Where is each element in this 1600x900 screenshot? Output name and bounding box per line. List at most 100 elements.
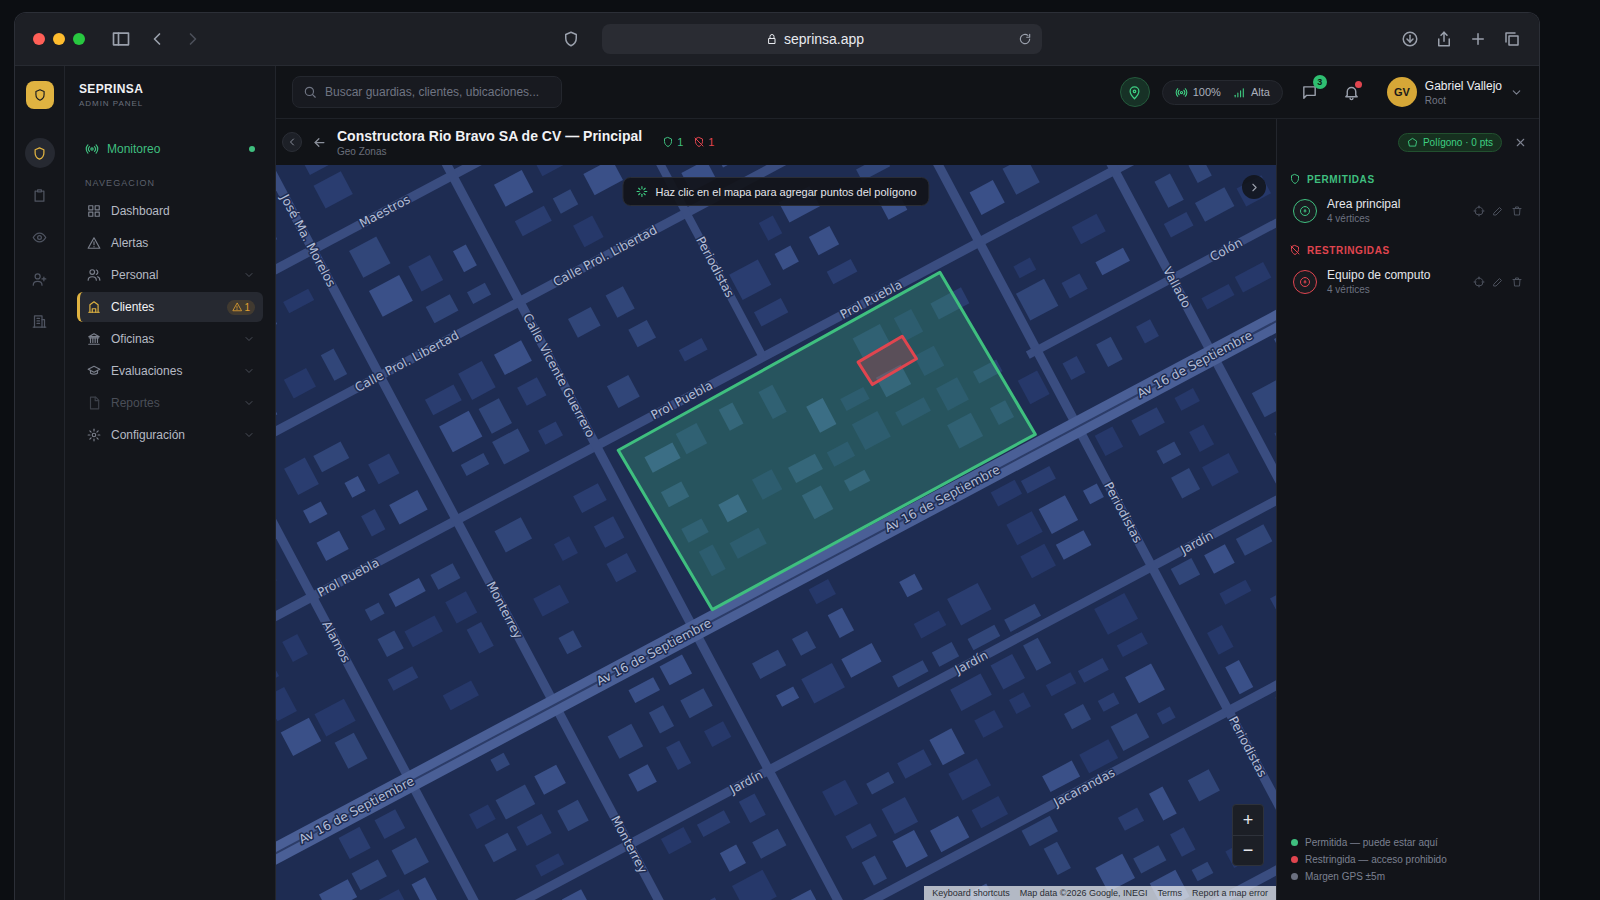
building: [321, 348, 347, 380]
search-field[interactable]: Buscar guardias, clientes, ubicaciones..…: [292, 76, 562, 108]
sidebar-item[interactable]: Evaluaciones: [77, 356, 263, 386]
map-section: Constructora Rio Bravo SA de CV — Princi…: [276, 119, 1276, 900]
rail-item[interactable]: [25, 222, 55, 252]
sidebar-item[interactable]: Clientes1: [77, 292, 263, 322]
building: [1046, 672, 1077, 696]
building: [606, 553, 636, 582]
edit-icon[interactable]: [1492, 205, 1504, 217]
street: [1028, 165, 1276, 355]
building: [739, 793, 766, 823]
trash-icon[interactable]: [1511, 276, 1523, 288]
rail-item[interactable]: [25, 180, 55, 210]
sidebar-toggle[interactable]: [111, 29, 131, 49]
building: [344, 476, 365, 498]
building: [458, 361, 496, 400]
edit-icon[interactable]: [1492, 276, 1504, 288]
building: [284, 368, 316, 398]
collapse-sidebar-button[interactable]: [282, 132, 302, 152]
building: [649, 705, 674, 733]
building: [554, 536, 578, 561]
forward-button[interactable]: [183, 29, 203, 49]
rail-item[interactable]: [25, 264, 55, 294]
close-button[interactable]: [33, 33, 45, 45]
building: [1157, 707, 1176, 725]
address-area: seprinsa.app: [219, 24, 1385, 54]
rail-item[interactable]: [25, 138, 55, 168]
map-layer: MaestrosJosé Ma. MorelosCalle Prol. Libe…: [276, 165, 1276, 900]
notifications-button[interactable]: [1337, 77, 1367, 107]
zone-badge: [1293, 199, 1317, 223]
tab-overview-button[interactable]: [1503, 30, 1521, 48]
building: [467, 622, 494, 653]
chevron-left-icon: [147, 29, 167, 49]
building: [1189, 424, 1214, 452]
allowed-count: 1: [662, 136, 683, 148]
building: [485, 833, 517, 862]
sidebar-item[interactable]: Dashboard: [77, 196, 263, 226]
messages-button[interactable]: 3: [1295, 77, 1325, 107]
zone-item[interactable]: Equipo de computo4 vértices: [1289, 260, 1527, 303]
building: [365, 602, 385, 620]
building: [375, 809, 406, 839]
street-label: Monterrey: [608, 814, 650, 876]
street-label: Jardín: [1177, 528, 1215, 557]
map[interactable]: MaestrosJosé Ma. MorelosCalle Prol. Libe…: [276, 165, 1276, 900]
zoom-in-button[interactable]: +: [1233, 805, 1263, 835]
building: [1020, 544, 1056, 578]
street: [276, 165, 1032, 900]
sidebar-item[interactable]: Configuración: [77, 420, 263, 450]
attribution-link[interactable]: Keyboard shortcuts: [932, 888, 1010, 898]
share-button[interactable]: [1435, 30, 1453, 48]
attribution-link[interactable]: Map data ©2026 Google, INEGI: [1020, 888, 1148, 898]
zone-item[interactable]: Area principal4 vértices: [1289, 189, 1527, 232]
building: [1095, 248, 1129, 276]
sidebar-item[interactable]: Personal: [77, 260, 263, 290]
attribution-link[interactable]: Terms: [1157, 888, 1182, 898]
sidebar-item[interactable]: Reportes: [77, 388, 263, 418]
street-label: Jardín: [952, 648, 990, 677]
back-button[interactable]: [147, 29, 167, 49]
new-tab-button[interactable]: [1469, 30, 1487, 48]
restricted-zone[interactable]: [857, 335, 917, 385]
building: [557, 800, 588, 831]
expand-panel-button[interactable]: [1242, 175, 1266, 199]
user-menu[interactable]: GVGabriel VallejoRoot: [1387, 77, 1523, 107]
reload-icon: [1018, 32, 1032, 46]
building: [349, 236, 390, 277]
rail-item[interactable]: [25, 306, 55, 336]
building: [606, 286, 635, 317]
minimize-button[interactable]: [53, 33, 65, 45]
map-canvas[interactable]: MaestrosJosé Ma. MorelosCalle Prol. Libe…: [276, 165, 1276, 900]
brand: SEPRINSAADMIN PANEL: [65, 66, 275, 124]
privacy-button[interactable]: [562, 30, 580, 48]
attribution-link[interactable]: Report a map error: [1192, 888, 1268, 898]
zone-text: Equipo de computo4 vértices: [1327, 268, 1430, 295]
sidebar-item[interactable]: Oficinas: [77, 324, 263, 354]
building: [276, 392, 277, 421]
zoom-out-button[interactable]: −: [1233, 835, 1263, 865]
monitoring-item[interactable]: Monitoreo: [77, 134, 263, 164]
building: [536, 165, 570, 176]
allowed-zone[interactable]: [615, 269, 1036, 614]
zoom-button[interactable]: [73, 33, 85, 45]
building: [408, 255, 443, 291]
downloads-button[interactable]: [1401, 30, 1419, 48]
building-2-icon: [87, 300, 101, 314]
building: [1021, 466, 1056, 494]
building: [717, 165, 743, 168]
building: [368, 453, 399, 484]
close-button[interactable]: [1514, 136, 1527, 149]
trash-icon[interactable]: [1511, 205, 1523, 217]
street-label: José Ma. Morelos: [277, 191, 338, 289]
building: [899, 574, 922, 597]
crosshair-icon[interactable]: [1473, 276, 1485, 288]
building: [608, 724, 644, 759]
sidebar-item[interactable]: Alertas: [77, 228, 263, 258]
location-button[interactable]: [1120, 77, 1150, 107]
building: [404, 615, 442, 647]
back-button[interactable]: [312, 135, 327, 150]
share-icon: [1435, 30, 1453, 48]
crosshair-icon[interactable]: [1473, 205, 1485, 217]
address-bar[interactable]: seprinsa.app: [602, 24, 1042, 54]
target-icon: [1299, 276, 1311, 288]
